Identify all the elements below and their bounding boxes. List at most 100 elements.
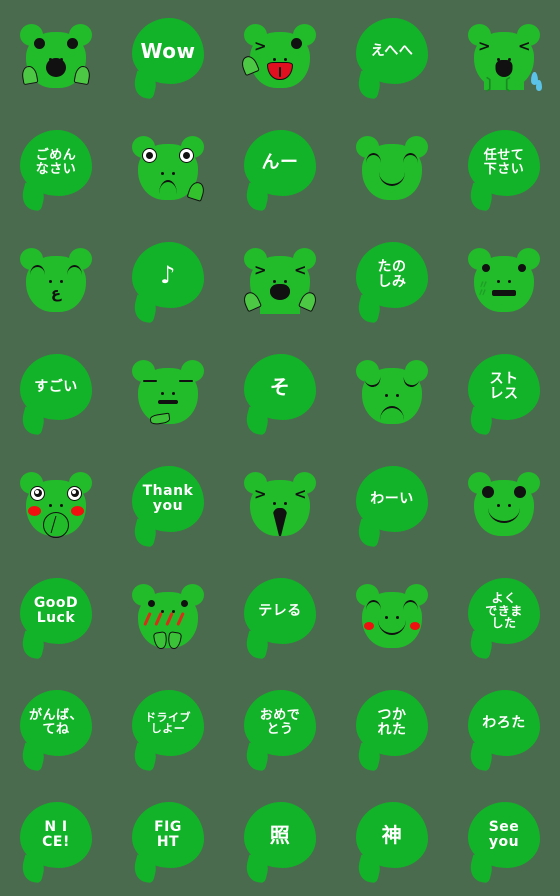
sticker-cell-31[interactable]: がんば、 てね (0, 672, 112, 784)
frog-eye-left (482, 486, 494, 498)
frog-eye-right (67, 265, 82, 275)
speech-bubble (468, 130, 540, 196)
frog-mouth-flat (492, 290, 516, 296)
bubble-omedetou: おめで とう (236, 684, 324, 772)
sticker-cell-2[interactable]: Wow (112, 0, 224, 112)
sticker-cell-28[interactable]: テレる (224, 560, 336, 672)
bubble-sugoi: すごい (12, 348, 100, 436)
frog-eye-left (364, 374, 382, 389)
sticker-cell-17[interactable] (112, 336, 224, 448)
frog-mouth-frown (380, 406, 404, 420)
sticker-cell-11[interactable]: ع (0, 224, 112, 336)
sticker-cell-32[interactable]: ドライブ しよー (112, 672, 224, 784)
sticker-cell-1[interactable] (0, 0, 112, 112)
sticker-cell-5[interactable]: > < 〕〔 (448, 0, 560, 112)
frog-head (362, 592, 422, 648)
sticker-cell-14[interactable]: たの しみ (336, 224, 448, 336)
frog-mouth-wavy (43, 512, 69, 538)
frog-nervous-sweat-flat-mouth: 〃 〃 (460, 236, 548, 324)
frog-eye-right (403, 153, 418, 163)
frog-mouth-shout (272, 508, 288, 536)
frog-cheek-left (28, 506, 41, 516)
frog-head: > (250, 32, 310, 88)
frog-eye-right (518, 264, 526, 272)
frog-head: 〃 〃 (474, 256, 534, 312)
sticker-cell-15[interactable]: 〃 〃 (448, 224, 560, 336)
sticker-cell-29[interactable] (336, 560, 448, 672)
sticker-cell-34[interactable]: つか れた (336, 672, 448, 784)
frog-eye-right (291, 38, 302, 49)
sticker-cell-4[interactable]: えへへ (336, 0, 448, 112)
sticker-cell-3[interactable]: > (224, 0, 336, 112)
bubble-nn: んー (236, 124, 324, 212)
frog-puzzled-hand (124, 124, 212, 212)
bubble-nice: N I CE! (12, 796, 100, 884)
bubble-tanoshimi: たの しみ (348, 236, 436, 324)
speech-bubble (244, 354, 316, 420)
frog-eye-right: < (518, 37, 531, 55)
frog-eye-left (30, 486, 45, 501)
frog-nostrils (161, 172, 175, 175)
frog-mouth-open (46, 58, 66, 77)
speech-bubble (132, 802, 204, 868)
bubble-teru: 照 (236, 796, 324, 884)
sticker-cell-27[interactable] (112, 560, 224, 672)
frog-nostrils (273, 502, 287, 505)
speech-bubble (132, 466, 204, 532)
sticker-cell-22[interactable]: Thank you (112, 448, 224, 560)
sticker-cell-10[interactable]: 任せて 下さい (448, 112, 560, 224)
frog-mouth-smile (488, 508, 520, 523)
frog-mouth-smile (379, 172, 405, 186)
bubble-ehehe: えへへ (348, 12, 436, 100)
sticker-cell-26[interactable]: GooD Luck (0, 560, 112, 672)
frog-nostrils (385, 394, 399, 397)
frog-nostrils (161, 392, 175, 395)
sticker-cell-33[interactable]: おめで とう (224, 672, 336, 784)
sticker-cell-35[interactable]: わろた (448, 672, 560, 784)
sticker-cell-25[interactable] (448, 448, 560, 560)
frog-eye-wink-left: > (254, 37, 267, 55)
frog-nostrils (49, 280, 63, 283)
bubble-so: そ (236, 348, 324, 436)
frog-crying-tears: > < 〕〔 (460, 12, 548, 100)
sticker-cell-40[interactable]: See you (448, 784, 560, 896)
sticker-cell-36[interactable]: N I CE! (0, 784, 112, 896)
speech-bubble (20, 130, 92, 196)
sticker-cell-30[interactable]: よく できま した (448, 560, 560, 672)
sticker-cell-20[interactable]: スト レス (448, 336, 560, 448)
speech-bubble (356, 802, 428, 868)
sticker-cell-9[interactable] (336, 112, 448, 224)
sticker-cell-12[interactable]: ♪ (112, 224, 224, 336)
sticker-cell-38[interactable]: 照 (224, 784, 336, 896)
frog-mouth-kiss: ع (50, 284, 62, 302)
sticker-cell-18[interactable]: そ (224, 336, 336, 448)
frog-eye-right (67, 486, 82, 501)
frog-open-mouth-hands-up (12, 12, 100, 100)
sticker-cell-24[interactable]: わーい (336, 448, 448, 560)
bubble-tereru: テレる (236, 572, 324, 660)
sticker-cell-37[interactable]: FIG HT (112, 784, 224, 896)
sticker-cell-23[interactable]: > < (224, 448, 336, 560)
sticker-cell-39[interactable]: 神 (336, 784, 448, 896)
speech-bubble (132, 18, 204, 84)
frog-head (362, 368, 422, 424)
speech-bubble (244, 690, 316, 756)
blush-line-3 (165, 611, 174, 627)
sticker-cell-7[interactable] (112, 112, 224, 224)
sticker-cell-16[interactable]: すごい (0, 336, 112, 448)
frog-mouth-open (270, 284, 290, 300)
emoji-sticker-grid: Wow > えへへ > < 〕〔 ごめん なさい んー 任せて 下さい ع ♪ … (0, 0, 560, 896)
frog-big-smile (460, 460, 548, 548)
speech-bubble (20, 354, 92, 420)
frog-cheek-left (364, 622, 374, 630)
sticker-cell-6[interactable]: ごめん なさい (0, 112, 112, 224)
frog-wink-tongue-out: > (236, 12, 324, 100)
frog-nostrils (497, 504, 511, 507)
frog-sad-frown (348, 348, 436, 436)
sticker-cell-8[interactable]: んー (224, 112, 336, 224)
sticker-cell-13[interactable]: > < (224, 224, 336, 336)
frog-eye-right (179, 380, 193, 383)
frog-eye-left (30, 265, 45, 275)
sticker-cell-19[interactable] (336, 336, 448, 448)
sticker-cell-21[interactable] (0, 448, 112, 560)
